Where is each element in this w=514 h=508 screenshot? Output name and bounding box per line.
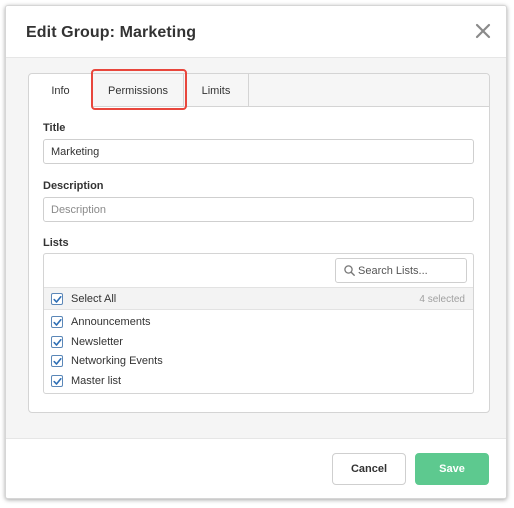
search-lists-box[interactable] — [335, 258, 467, 283]
close-button[interactable] — [472, 20, 494, 42]
save-button[interactable]: Save — [415, 453, 489, 485]
tab-limits[interactable]: Limits — [184, 74, 249, 107]
group-panel: Info Permissions Limits Title Descriptio… — [28, 69, 490, 413]
list-item-checkbox[interactable] — [51, 336, 63, 348]
title-label: Title — [43, 122, 66, 134]
list-item-checkbox[interactable] — [51, 355, 63, 367]
select-all-row: Select All 4 selected — [44, 287, 473, 310]
lists-box: Select All 4 selected Announcements — [43, 253, 474, 394]
tab-info[interactable]: Info — [29, 74, 93, 108]
tab-permissions[interactable]: Permissions — [93, 74, 184, 107]
description-label: Description — [43, 180, 104, 192]
modal-title: Edit Group: Marketing — [26, 24, 197, 41]
tab-bar: Info Permissions Limits — [29, 74, 489, 108]
checkmark-icon — [53, 338, 62, 346]
title-input[interactable] — [43, 139, 474, 164]
list-item-label: Networking Events — [71, 355, 163, 367]
selected-count: 4 selected — [419, 294, 465, 305]
description-input[interactable] — [43, 197, 474, 222]
search-lists-input[interactable] — [358, 259, 464, 282]
edit-group-modal: Edit Group: Marketing Info Permissions L… — [5, 5, 507, 499]
list-item-label: Announcements — [71, 316, 151, 328]
list-item-label: Newsletter — [71, 336, 123, 348]
search-icon — [344, 265, 355, 276]
modal-footer: Cancel Save — [6, 438, 506, 498]
select-all-label: Select All — [71, 293, 117, 305]
checkmark-icon — [53, 295, 62, 303]
cancel-button[interactable]: Cancel — [332, 453, 406, 485]
list-item-checkbox[interactable] — [51, 316, 63, 328]
select-all-checkbox[interactable] — [51, 293, 63, 305]
checkmark-icon — [53, 318, 62, 326]
list-item-checkbox[interactable] — [51, 375, 63, 387]
checkmark-icon — [53, 377, 62, 385]
checkmark-icon — [53, 357, 62, 365]
modal-header: Edit Group: Marketing — [6, 6, 506, 58]
close-icon — [475, 23, 491, 39]
lists-label: Lists — [43, 237, 69, 249]
list-item-label: Master list — [71, 375, 122, 387]
modal-body: Info Permissions Limits Title Descriptio… — [6, 58, 506, 438]
